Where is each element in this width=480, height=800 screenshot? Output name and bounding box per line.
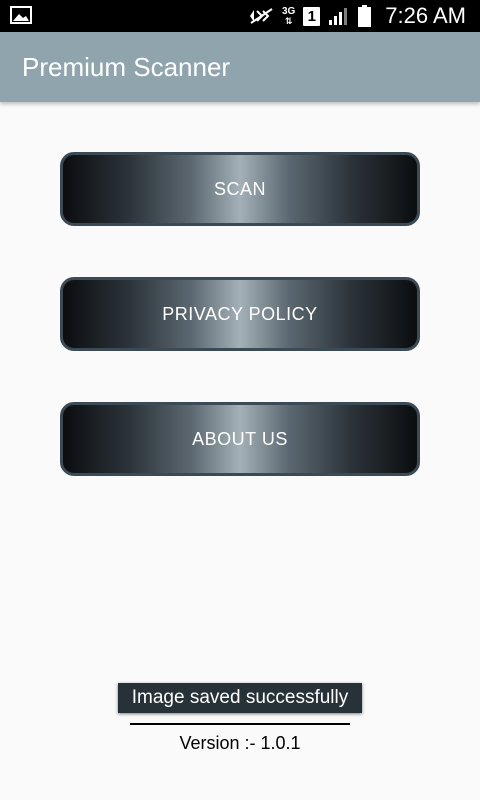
toast-text: Image saved successfully	[131, 687, 349, 708]
clock: 7:26 AM	[385, 3, 466, 28]
sim-slot-label: 1	[307, 7, 316, 25]
3g-icon: 3G ⇅	[281, 5, 296, 26]
network-type-label: 3G	[281, 5, 296, 17]
status-bar: 3G ⇅ 1 7:26 AM	[0, 0, 480, 32]
sim-icon: 1	[303, 6, 321, 26]
privacy-policy-button-label: PRIVACY POLICY	[162, 303, 318, 324]
battery-icon	[358, 5, 372, 27]
about-us-button-label: ABOUT US	[192, 428, 288, 449]
network-arrows: ⇅	[284, 15, 293, 26]
version-label: Version :- 1.0.1	[179, 733, 301, 753]
image-notification-icon	[10, 6, 32, 24]
footer-divider	[130, 723, 350, 725]
app-title: Premium Scanner	[22, 52, 231, 82]
status-icons: 3G ⇅ 1 7:26 AM	[248, 0, 466, 32]
scan-button[interactable]: SCAN	[60, 152, 420, 226]
app-bar: Premium Scanner	[0, 32, 480, 102]
toast-message: Image saved successfully	[118, 683, 362, 713]
scan-button-label: SCAN	[213, 178, 266, 199]
about-us-button[interactable]: ABOUT US	[60, 402, 420, 476]
privacy-policy-button[interactable]: PRIVACY POLICY	[60, 277, 420, 351]
signal-icon	[329, 8, 348, 25]
mute-icon	[249, 8, 273, 24]
